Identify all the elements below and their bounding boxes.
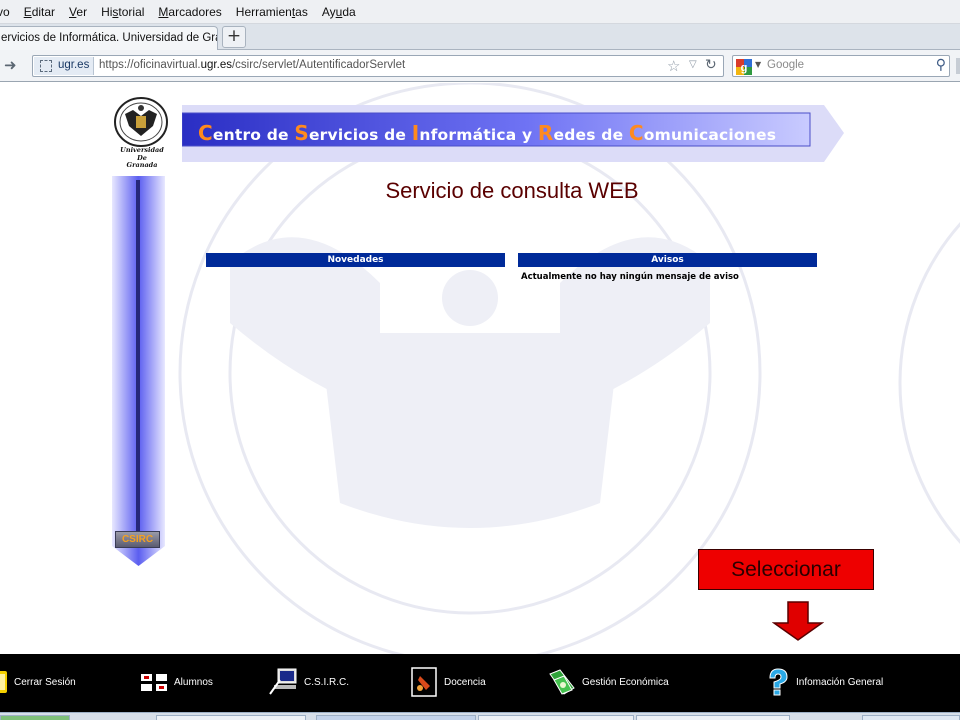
students-icon (141, 674, 167, 691)
money-icon (549, 669, 575, 695)
info-icon (769, 668, 788, 696)
menu-herramientas[interactable]: Herramientas (236, 5, 308, 19)
page-content: Universidad De Granada CSIRC Centro de S… (0, 83, 960, 654)
avisos-message: Actualmente no hay ningún mensaje de avi… (521, 272, 739, 282)
start-button-edge[interactable] (0, 715, 70, 720)
seleccionar-callout: Seleccionar (698, 549, 874, 590)
task-csirc[interactable]: C.S.I.R.C. (268, 666, 349, 698)
menu-editar[interactable]: Editar (24, 5, 55, 19)
site-icon (40, 60, 52, 72)
google-icon[interactable]: g (736, 59, 752, 75)
menu-ayuda[interactable]: Ayuda (322, 5, 356, 19)
reload-icon[interactable]: ↻ (705, 57, 717, 73)
new-tab-button[interactable]: + (222, 26, 246, 48)
menu-historial[interactable]: Historial (101, 5, 144, 19)
banner-title: Centro de Servicios de Informática y Red… (198, 121, 777, 145)
avisos-header: Avisos (518, 253, 817, 267)
menu-archivo[interactable]: vo (0, 5, 10, 19)
page-title: Servicio de consulta WEB (385, 178, 639, 203)
university-crest-logo (114, 97, 168, 147)
chevron-down-icon[interactable]: ▽ (689, 59, 697, 70)
svg-text:g: g (741, 62, 748, 74)
tab-strip: ervicios de Informática. Universidad de … (0, 24, 960, 50)
search-input[interactable]: Google (767, 59, 804, 71)
app-taskbar: Cerrar Sesión Alumnos C.S.I.R.C. Docenci… (0, 654, 960, 712)
star-icon[interactable]: ☆ (667, 57, 680, 75)
tab-active[interactable]: ervicios de Informática. Universidad de … (0, 26, 218, 50)
arrow-down-icon (772, 601, 824, 641)
navigation-toolbar: ➜ ugr.es https://oficinavirtual.ugr.es/c… (0, 50, 960, 82)
task-cerrar-sesion[interactable]: Cerrar Sesión (0, 666, 76, 698)
logout-icon (0, 669, 9, 695)
computer-icon (269, 668, 297, 695)
sidebar-decoration (112, 176, 165, 566)
chevron-down-icon[interactable]: ▼ (755, 60, 761, 69)
tab-title: ervicios de Informática. Universidad de … (1, 32, 218, 44)
task-informacion-general[interactable]: Infomación General (760, 666, 883, 698)
toolbar-edge (956, 58, 960, 74)
magnifier-icon[interactable]: ⚲ (936, 57, 946, 73)
window-button[interactable] (478, 715, 634, 720)
os-taskbar-strip (0, 712, 960, 720)
university-label: Universidad De Granada (120, 146, 164, 169)
window-button[interactable] (316, 715, 476, 720)
url-bar[interactable]: ugr.es https://oficinavirtual.ugr.es/csi… (32, 55, 724, 77)
plus-icon: + (226, 26, 242, 46)
task-alumnos[interactable]: Alumnos (138, 666, 213, 698)
site-domain-label: ugr.es (58, 59, 90, 71)
csirc-badge-logo: CSIRC (115, 531, 160, 548)
site-identity-button[interactable]: ugr.es (34, 57, 94, 75)
task-docencia[interactable]: Docencia (408, 666, 486, 698)
arrow-right-icon[interactable]: ➜ (4, 57, 17, 73)
novedades-header: Novedades (206, 253, 505, 267)
teaching-icon (411, 667, 437, 697)
window-button[interactable] (636, 715, 790, 720)
menu-bar: vo Editar Ver Historial Marcadores Herra… (0, 0, 960, 24)
task-gestion-economica[interactable]: Gestión Económica (546, 666, 669, 698)
url-text[interactable]: https://oficinavirtual.ugr.es/csirc/serv… (99, 59, 405, 71)
menu-ver[interactable]: Ver (69, 5, 87, 19)
search-bar[interactable]: g ▼ Google ⚲ (732, 55, 950, 77)
system-tray (862, 715, 960, 720)
window-button[interactable] (156, 715, 306, 720)
menu-marcadores[interactable]: Marcadores (158, 5, 221, 19)
